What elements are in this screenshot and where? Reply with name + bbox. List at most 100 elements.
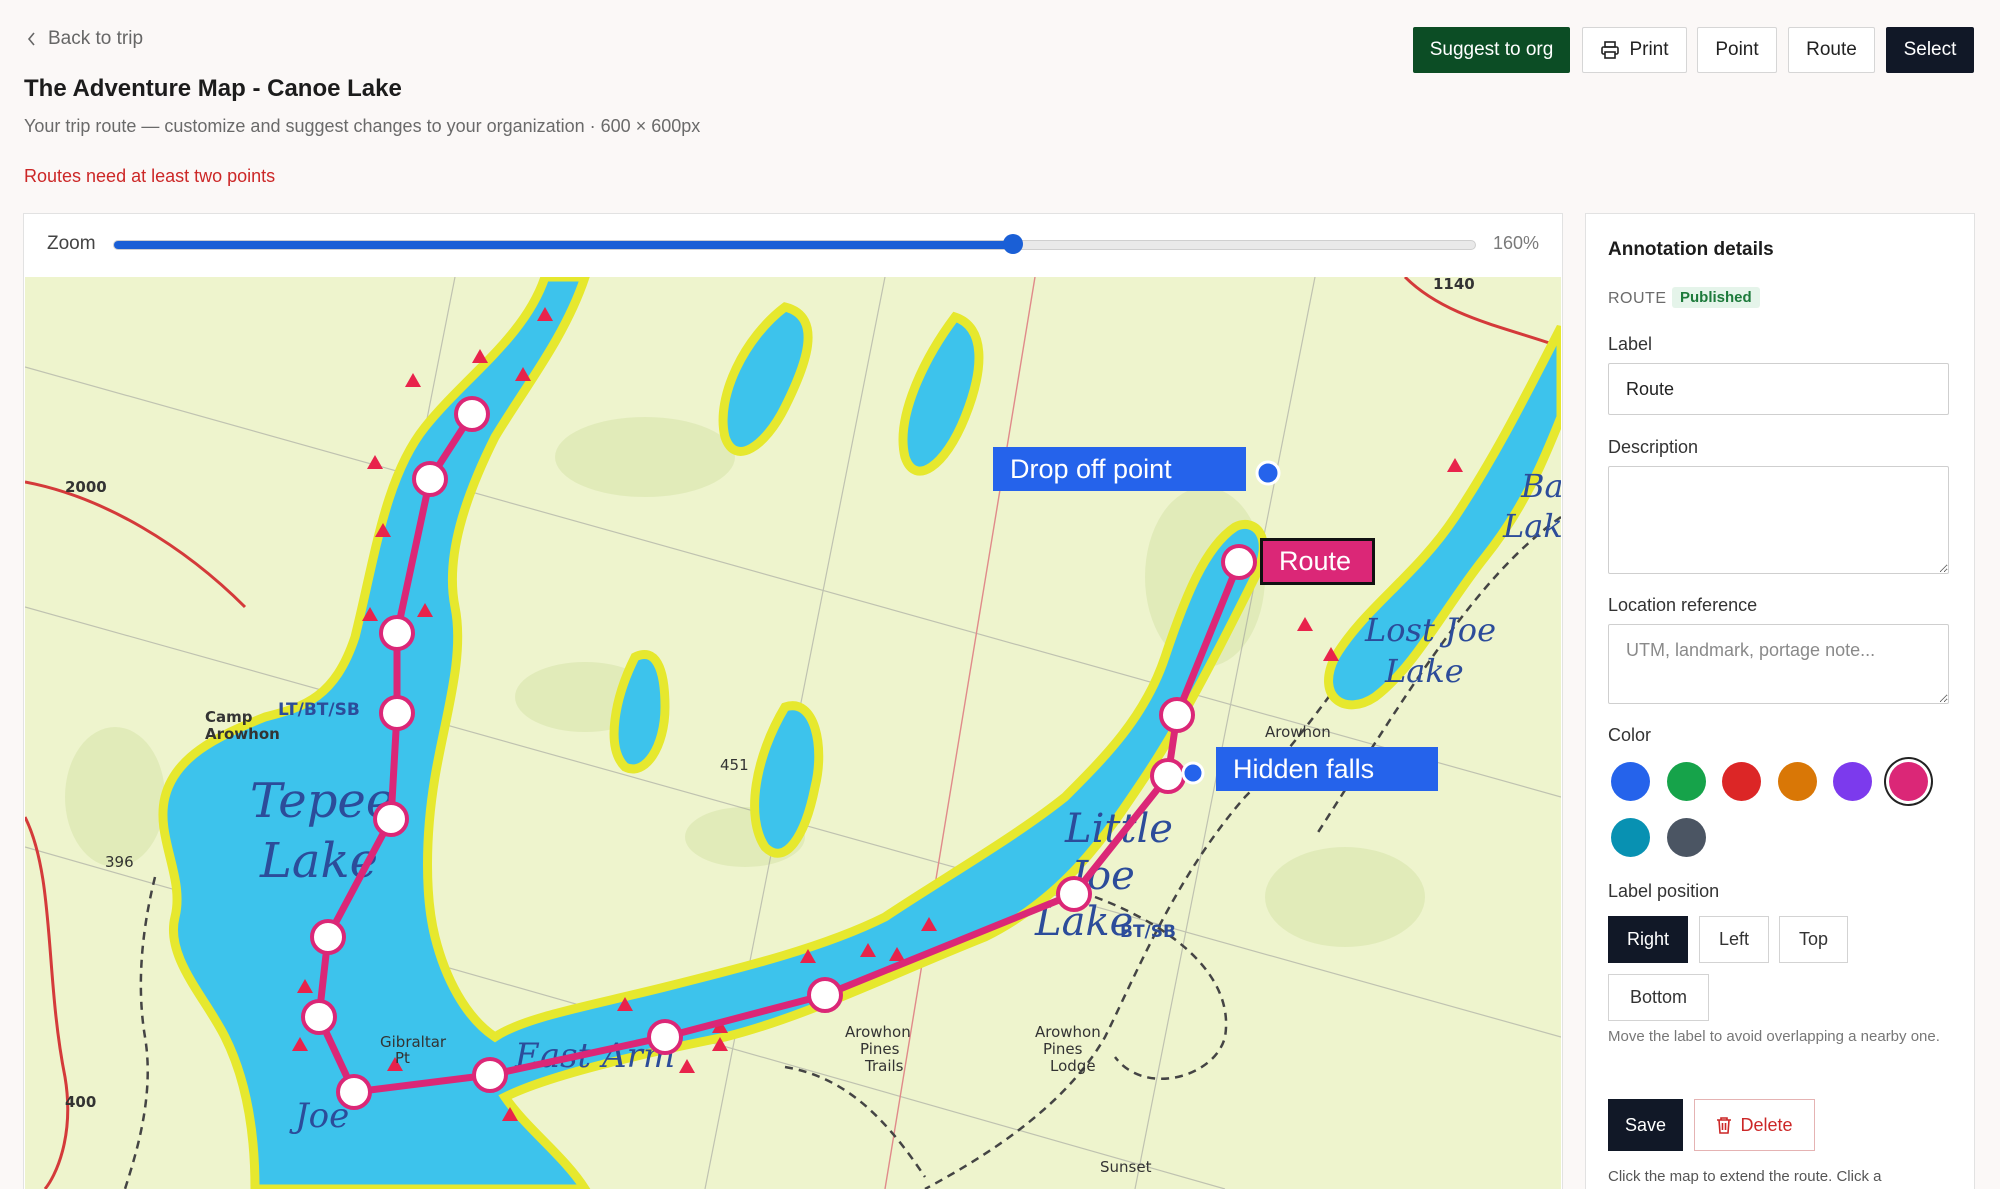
- drop-off-point-label[interactable]: Drop off point: [993, 447, 1246, 491]
- save-button[interactable]: Save: [1608, 1099, 1683, 1151]
- zoom-label: Zoom: [47, 233, 96, 254]
- drop-off-point-marker[interactable]: [1255, 460, 1281, 486]
- suggest-label: Suggest to org: [1429, 39, 1554, 60]
- location-field-label: Location reference: [1608, 595, 1758, 615]
- route-tool-button[interactable]: Route: [1788, 27, 1875, 73]
- position-bottom-label: Bottom: [1629, 987, 1688, 1007]
- map-text-396: 396: [105, 853, 134, 871]
- map-text-arowhon2: Arowhon: [1265, 723, 1331, 741]
- route-vertex-9[interactable]: [472, 1057, 508, 1093]
- description-field-label: Description: [1608, 437, 1699, 457]
- map-text-little: Little: [1064, 806, 1173, 852]
- select-label: Select: [1903, 39, 1957, 60]
- map-text-lak: Lak: [1502, 507, 1561, 545]
- panel-title: Annotation details: [1608, 239, 1774, 260]
- zoom-slider-track[interactable]: [113, 240, 1476, 250]
- printer-icon: [1601, 41, 1620, 59]
- color-swatch-red[interactable]: [1722, 762, 1761, 801]
- suggest-to-org-button[interactable]: Suggest to org: [1413, 27, 1570, 73]
- point-label: Point: [1715, 39, 1759, 60]
- label-field-label: Label: [1608, 334, 1653, 354]
- hidden-falls-label[interactable]: Hidden falls: [1216, 747, 1438, 791]
- save-label: Save: [1624, 1114, 1667, 1135]
- delete-label: Delete: [1740, 1114, 1793, 1135]
- map-text-gibraltar: Gibraltar: [380, 1033, 447, 1051]
- route-vertex-6[interactable]: [310, 919, 346, 955]
- route-vertex-2[interactable]: [412, 461, 448, 497]
- map-text-lost-joe: Lost Joe: [1364, 611, 1496, 649]
- map-text-arowhon-pines: Arowhon: [845, 1023, 911, 1041]
- map-text-lake3: Lake: [1384, 652, 1464, 690]
- route-vertex-3[interactable]: [379, 615, 415, 651]
- map-text-lodge: Lodge: [1050, 1057, 1096, 1075]
- label-position-field-label: Label position: [1608, 881, 1720, 901]
- position-top-button[interactable]: Top: [1779, 916, 1848, 963]
- map-text-sunset: Sunset: [1100, 1158, 1152, 1176]
- zoom-value: 160%: [1493, 233, 1540, 253]
- hidden-falls-marker[interactable]: [1181, 761, 1205, 785]
- map-text-pines: Pines: [860, 1040, 900, 1058]
- trash-icon: [1717, 1117, 1732, 1134]
- map-text-pines-lodge: Pines: [1043, 1040, 1083, 1058]
- map-text-451: 451: [720, 756, 749, 774]
- map-text-ba: Ba: [1520, 467, 1561, 505]
- route-vertex-1[interactable]: [454, 396, 490, 432]
- drop-off-point-label-text: Drop off point: [1010, 453, 1172, 484]
- position-right-button[interactable]: Right: [1608, 916, 1688, 963]
- zoom-slider-thumb[interactable]: [1002, 234, 1023, 254]
- color-swatch-gray[interactable]: [1666, 818, 1706, 857]
- route-vertex-8[interactable]: [336, 1074, 372, 1110]
- status-badge: Published: [1672, 287, 1760, 308]
- select-tool-button[interactable]: Select: [1886, 27, 1974, 73]
- position-top-label: Top: [1798, 929, 1829, 949]
- route-vertex-12[interactable]: [1056, 876, 1092, 912]
- back-label: Back to trip: [48, 28, 144, 49]
- route-vertex-7[interactable]: [301, 999, 337, 1035]
- point-tool-button[interactable]: Point: [1697, 27, 1777, 73]
- map-text-1140: 1140: [1433, 277, 1475, 293]
- map-text-btsb: BT/SB: [1120, 922, 1176, 942]
- map-text-400: 400: [65, 1093, 96, 1111]
- position-right-label: Right: [1626, 929, 1670, 949]
- route-label: Route: [1806, 39, 1857, 60]
- route-label-tag[interactable]: Route: [1260, 538, 1375, 585]
- color-swatch-purple[interactable]: [1833, 762, 1872, 801]
- color-swatch-teal[interactable]: [1611, 818, 1650, 857]
- map-text-arowhon: Arowhon: [205, 725, 280, 743]
- print-button[interactable]: Print: [1582, 27, 1687, 73]
- hidden-falls-label-text: Hidden falls: [1233, 753, 1375, 784]
- color-swatch-orange[interactable]: [1777, 762, 1817, 801]
- back-to-trip-link[interactable]: Back to trip: [26, 28, 143, 50]
- color-swatch-blue[interactable]: [1611, 762, 1650, 801]
- topographic-map[interactable]: Tepee Lake Little Joe Lake Lost Joe Lake…: [25, 277, 1561, 1189]
- print-label: Print: [1629, 39, 1669, 60]
- description-input[interactable]: [1608, 466, 1949, 574]
- delete-button[interactable]: Delete: [1694, 1099, 1815, 1151]
- route-vertex-15[interactable]: [1221, 544, 1257, 580]
- map-text-trails: Trails: [864, 1057, 904, 1075]
- route-vertex-13[interactable]: [1150, 758, 1186, 794]
- map-text-tepee: Tepee: [250, 773, 394, 829]
- position-left-label: Left: [1718, 929, 1750, 949]
- position-bottom-button[interactable]: Bottom: [1608, 974, 1709, 1021]
- map-viewport[interactable]: Tepee Lake Little Joe Lake Lost Joe Lake…: [25, 277, 1561, 1189]
- map-text-ltbtsb: LT/BT/SB: [278, 700, 360, 720]
- map-text-camp: Camp: [205, 708, 253, 726]
- route-vertex-5[interactable]: [373, 801, 409, 837]
- page-subtitle: Your trip route — customize and suggest …: [24, 116, 701, 136]
- route-vertex-11[interactable]: [807, 977, 843, 1013]
- route-vertex-4[interactable]: [379, 695, 415, 731]
- location-reference-input[interactable]: [1608, 624, 1949, 704]
- label-input[interactable]: [1608, 363, 1949, 415]
- route-vertex-14[interactable]: [1159, 697, 1195, 733]
- zoom-slider-fill: [114, 241, 1013, 249]
- chevron-left-icon: [27, 32, 35, 46]
- error-message: Routes need at least two points: [24, 166, 276, 186]
- route-vertex-10[interactable]: [647, 1019, 683, 1055]
- map-text-arowhon-lodge: Arowhon: [1035, 1023, 1101, 1041]
- position-left-button[interactable]: Left: [1699, 916, 1769, 963]
- annotation-kind: ROUTE: [1608, 290, 1667, 307]
- map-text-2000: 2000: [65, 478, 107, 496]
- color-swatch-pink[interactable]: [1888, 762, 1928, 801]
- color-swatch-green[interactable]: [1666, 762, 1706, 801]
